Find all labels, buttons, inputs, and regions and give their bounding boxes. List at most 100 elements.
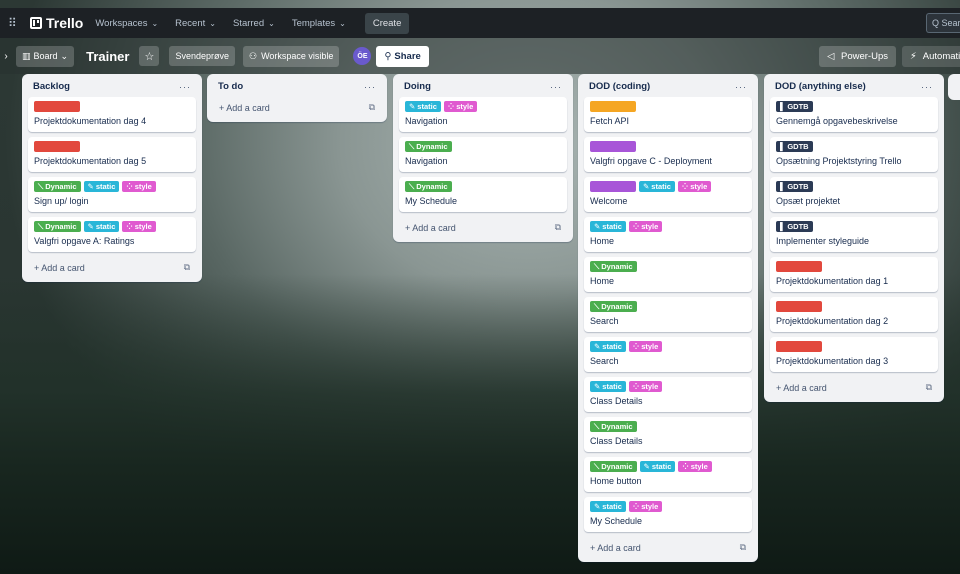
label-purple[interactable] <box>590 181 636 192</box>
next-list-edge[interactable] <box>948 74 960 100</box>
list-backlog[interactable]: Backlog ··· Projektdokumentation dag 4 Proj… <box>22 74 202 282</box>
add-card-button[interactable]: + Add a card ⧉ <box>213 97 381 116</box>
workspace-button[interactable]: Svendeprøve <box>169 46 235 66</box>
card[interactable]: Projektdokumentation dag 2 <box>770 297 938 332</box>
label-green[interactable]: ⟍ Dynamic <box>34 181 81 192</box>
visibility-button[interactable]: ⚇ Workspace visible <box>242 45 340 67</box>
label-pink[interactable]: ⁘ style <box>678 461 712 472</box>
label-pink[interactable]: ⁘ style <box>122 181 156 192</box>
label-pink[interactable]: ⁘ style <box>628 341 663 352</box>
app-switcher-icon[interactable]: ⠿ <box>8 16 24 30</box>
label-blue[interactable]: ✎ static <box>590 501 626 512</box>
label-blue[interactable]: ✎ static <box>83 181 120 192</box>
add-card-button[interactable]: + Add a card ⧉ <box>584 537 752 556</box>
card[interactable]: ⟍ Dynamic ✎ static ⁘ style Valgfri opgave A… <box>28 217 196 252</box>
card[interactable]: Projektdokumentation dag 3 <box>770 337 938 372</box>
label-red[interactable] <box>776 301 822 312</box>
label-gdtb[interactable]: ▌ GDTB <box>776 181 813 192</box>
search-input[interactable]: Q Search <box>926 13 960 33</box>
card[interactable]: ✎ static ⁘ style Search <box>584 337 752 372</box>
label-blue[interactable]: ✎ static <box>590 221 626 232</box>
list-doing[interactable]: Doing ··· ✎ static ⁘ style Navigation ⟍ Dynam… <box>393 74 573 242</box>
more-options-icon[interactable]: ··· <box>550 82 562 92</box>
card-template-icon[interactable]: ⧉ <box>555 222 561 233</box>
avatar[interactable]: ÖE <box>353 47 372 65</box>
card[interactable]: Projektdokumentation dag 5 <box>28 137 196 172</box>
more-options-icon[interactable]: ··· <box>921 82 933 92</box>
card[interactable]: ⟍ Dynamic ✎ static ⁘ style Sign up/ login <box>28 177 196 212</box>
label-red[interactable] <box>34 101 80 112</box>
card[interactable]: ▌ GDTB Opsæt projektet <box>770 177 938 212</box>
card[interactable]: Fetch API <box>584 97 752 132</box>
nav-workspaces[interactable]: Workspaces ⌄ <box>95 18 158 29</box>
label-pink[interactable]: ⁘ style <box>677 181 712 192</box>
card[interactable]: ✎ static ⁘ style Navigation <box>399 97 567 132</box>
label-pink[interactable]: ⁘ style <box>628 221 663 232</box>
nav-recent[interactable]: Recent ⌄ <box>175 18 216 29</box>
nav-starred[interactable]: Starred ⌄ <box>233 18 275 29</box>
label-pink[interactable]: ⁘ style <box>122 221 156 232</box>
card[interactable]: ⟍ Dynamic Class Details <box>584 417 752 452</box>
card[interactable]: Projektdokumentation dag 1 <box>770 257 938 292</box>
card[interactable]: ✎ static ⁘ style My Schedule <box>584 497 752 532</box>
label-pink[interactable]: ⁘ style <box>443 101 478 112</box>
label-gdtb[interactable]: ▌ GDTB <box>776 101 813 112</box>
list-dod-coding[interactable]: DOD (coding) ··· Fetch API Valgfri opgave C… <box>578 74 758 562</box>
label-red[interactable] <box>776 261 822 272</box>
card[interactable]: Valgfri opgave C - Deployment <box>584 137 752 172</box>
card[interactable]: ⟍ Dynamic My Schedule <box>399 177 567 212</box>
label-green[interactable]: ⟍ Dynamic <box>590 461 637 472</box>
label-blue[interactable]: ✎ static <box>405 101 441 112</box>
add-card-button[interactable]: + Add a card ⧉ <box>28 257 196 276</box>
card[interactable]: ▌ GDTB Gennemgå opgavebeskrivelse <box>770 97 938 132</box>
share-button[interactable]: ⚲ Share <box>376 45 429 67</box>
label-green[interactable]: ⟍ Dynamic <box>590 301 637 312</box>
nav-templates[interactable]: Templates ⌄ <box>292 18 346 29</box>
label-blue[interactable]: ✎ static <box>590 341 626 352</box>
label-green[interactable]: ⟍ Dynamic <box>405 181 452 192</box>
card[interactable]: ⟍ Dynamic Search <box>584 297 752 332</box>
label-gdtb[interactable]: ▌ GDTB <box>776 221 813 232</box>
label-pink[interactable]: ⁘ style <box>628 501 663 512</box>
list-title[interactable]: DOD (anything else) <box>775 81 866 92</box>
card[interactable]: ⟍ Dynamic Home <box>584 257 752 292</box>
card-template-icon[interactable]: ⧉ <box>740 542 746 553</box>
add-card-button[interactable]: + Add a card ⧉ <box>770 377 938 396</box>
card[interactable]: ⟍ Dynamic ✎ static ⁘ style Home button <box>584 457 752 492</box>
card-template-icon[interactable]: ⧉ <box>184 262 190 273</box>
label-green[interactable]: ⟍ Dynamic <box>34 221 81 232</box>
trello-logo[interactable]: Trello <box>30 15 83 31</box>
list-title[interactable]: Doing <box>404 81 431 92</box>
label-green[interactable]: ⟍ Dynamic <box>405 141 452 152</box>
card[interactable]: ✎ static ⁘ style Welcome <box>584 177 752 212</box>
label-orange[interactable] <box>590 101 636 112</box>
view-switcher-button[interactable]: ▥ Board ⌄ <box>16 45 75 67</box>
label-green[interactable]: ⟍ Dynamic <box>590 421 637 432</box>
label-red[interactable] <box>34 141 80 152</box>
more-options-icon[interactable]: ··· <box>735 82 747 92</box>
card[interactable]: Projektdokumentation dag 4 <box>28 97 196 132</box>
list-title[interactable]: DOD (coding) <box>589 81 650 92</box>
label-red[interactable] <box>776 341 822 352</box>
card-template-icon[interactable]: ⧉ <box>926 382 932 393</box>
label-purple[interactable] <box>590 141 636 152</box>
card[interactable]: ▌ GDTB Implementer styleguide <box>770 217 938 252</box>
sidebar-expand-icon[interactable]: › <box>0 51 12 62</box>
power-ups-button[interactable]: ◁ Power-Ups <box>819 46 896 67</box>
label-blue[interactable]: ✎ static <box>639 461 676 472</box>
card[interactable]: ✎ static ⁘ style Class Details <box>584 377 752 412</box>
label-blue[interactable]: ✎ static <box>83 221 120 232</box>
more-options-icon[interactable]: ··· <box>179 82 191 92</box>
list-to-do[interactable]: To do ··· + Add a card ⧉ <box>207 74 387 122</box>
card[interactable]: ✎ static ⁘ style Home <box>584 217 752 252</box>
label-green[interactable]: ⟍ Dynamic <box>590 261 637 272</box>
star-icon[interactable]: ☆ <box>139 46 160 66</box>
label-pink[interactable]: ⁘ style <box>628 381 663 392</box>
list-title[interactable]: Backlog <box>33 81 70 92</box>
board-title[interactable]: Trainer <box>86 49 129 64</box>
list-dod-anything-else[interactable]: DOD (anything else) ··· ▌ GDTB Gennemgå opg… <box>764 74 944 402</box>
label-blue[interactable]: ✎ static <box>590 381 626 392</box>
card[interactable]: ⟍ Dynamic Navigation <box>399 137 567 172</box>
create-button[interactable]: Create <box>364 12 410 34</box>
list-title[interactable]: To do <box>218 81 243 92</box>
